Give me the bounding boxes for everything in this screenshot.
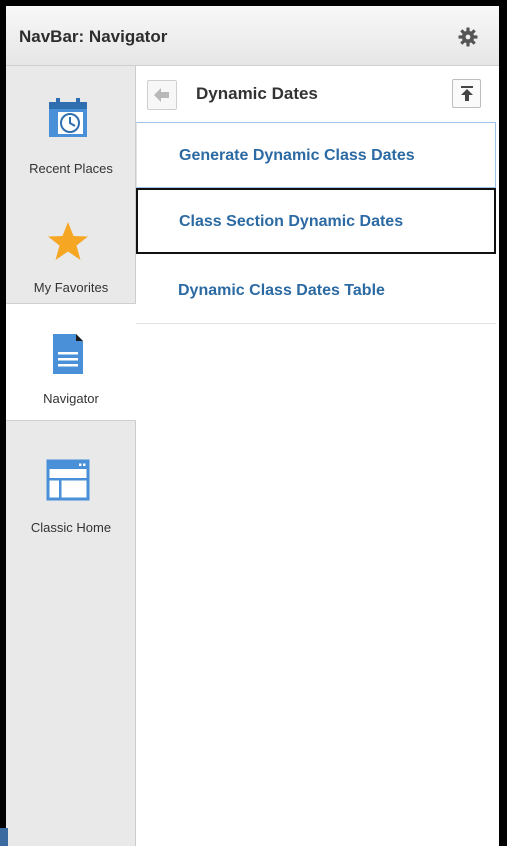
nav-item-label: Generate Dynamic Class Dates [179,147,415,164]
star-icon [48,222,88,260]
nav-item-class-section-dynamic-dates[interactable]: Class Section Dynamic Dates [136,188,496,254]
rail-item-recent-places[interactable]: Recent Places [6,66,136,184]
arrow-up-to-top-icon [461,86,473,101]
rail-item-classic-home[interactable]: Classic Home [6,426,136,544]
rail-label-classic-home: Classic Home [30,520,112,535]
arrow-left-icon [154,88,169,102]
rail-item-navigator[interactable]: Navigator [6,303,137,421]
background-corner [0,828,8,846]
window-icon [46,459,90,501]
calendar-clock-icon [49,98,87,137]
rail-label-my-favorites: My Favorites [33,280,109,295]
document-icon [53,334,83,374]
navigator-content: Dynamic Dates Generate Dynamic Class Dat… [136,66,499,846]
gear-icon[interactable] [458,27,478,47]
navbar-rail: Recent Places My Favorites Navigator Cla… [6,66,137,846]
nav-item-generate-dynamic-class-dates[interactable]: Generate Dynamic Class Dates [136,122,496,188]
rail-item-my-favorites[interactable]: My Favorites [6,190,136,308]
nav-item-label: Class Section Dynamic Dates [179,213,404,230]
rail-label-recent-places: Recent Places [29,161,113,176]
folder-title: Dynamic Dates [196,84,318,103]
nav-item-label: Dynamic Class Dates Table [178,282,385,299]
navbar-title: NavBar: Navigator [19,27,168,46]
navbar-header: NavBar: Navigator [6,6,499,66]
rail-label-navigator: Navigator [43,391,99,406]
nav-item-dynamic-class-dates-table[interactable]: Dynamic Class Dates Table [136,258,496,324]
folder-bar: Dynamic Dates [136,66,499,122]
scroll-to-top-button[interactable] [452,79,481,108]
navigator-panel: NavBar: Navigator Recent Places My Favor… [6,6,499,846]
back-button[interactable] [147,80,177,110]
